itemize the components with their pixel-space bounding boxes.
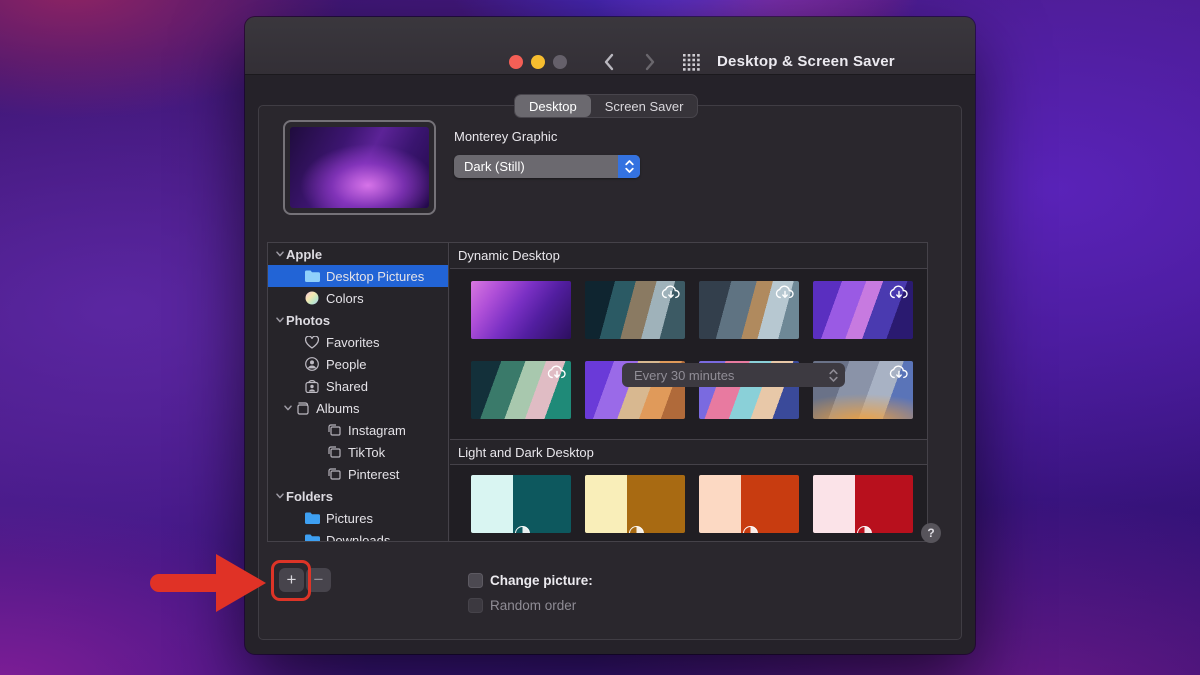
album-icon <box>326 445 342 459</box>
sidebar-item-pictures[interactable]: Pictures <box>268 507 448 529</box>
albums-icon <box>294 401 310 415</box>
light-dark-row <box>471 475 913 533</box>
interval-dropdown[interactable]: Every 30 minutes <box>622 363 845 387</box>
random-order-label: Random order <box>490 598 576 613</box>
wallpaper-thumbnail-big-sur-graphic[interactable] <box>813 281 913 339</box>
sidebar-item-label: Favorites <box>326 335 379 350</box>
wallpaper-name: Monterey Graphic <box>454 129 557 144</box>
current-wallpaper-preview <box>283 120 436 215</box>
variant-popup-button[interactable]: Dark (Still) <box>454 155 640 178</box>
sidebar-item-desktop-pictures[interactable]: Desktop Pictures <box>268 265 448 287</box>
sidebar-item-favorites[interactable]: Favorites <box>268 331 448 353</box>
sidebar-item-label: Instagram <box>348 423 406 438</box>
variant-value: Dark (Still) <box>454 159 618 174</box>
title-bar: Desktop & Screen Saver <box>245 17 975 75</box>
dropdown-chevrons-icon <box>821 369 845 382</box>
change-picture-checkbox[interactable] <box>468 573 483 588</box>
sidebar-item-label: Downloads <box>326 533 390 542</box>
change-picture-label: Change picture: <box>490 573 593 588</box>
popup-chevrons-icon <box>618 155 640 178</box>
light-dark-badge-icon <box>743 526 758 533</box>
tab-bar: Desktop Screen Saver <box>514 94 698 118</box>
wallpaper-thumbnail-hello-red[interactable] <box>813 475 913 533</box>
cloud-download-icon <box>889 364 909 380</box>
light-dark-badge-icon <box>857 526 872 533</box>
folder-icon <box>304 269 320 283</box>
chevron-down-icon[interactable] <box>274 493 286 499</box>
help-button[interactable]: ? <box>921 523 941 543</box>
sidebar-item-people[interactable]: People <box>268 353 448 375</box>
wallpaper-thumbnail-monterey-graphic[interactable] <box>471 281 571 339</box>
sidebar-item-photos[interactable]: Photos <box>268 309 448 331</box>
folder-icon <box>304 511 320 525</box>
wallpaper-grid-area: Dynamic Desktop Light and Dark Desktop <box>450 243 927 541</box>
sidebar-item-label: Colors <box>326 291 364 306</box>
back-button[interactable] <box>593 48 623 76</box>
cloud-download-icon <box>775 284 795 300</box>
sidebar-item-apple[interactable]: Apple <box>268 243 448 265</box>
album-icon <box>326 423 342 437</box>
chevron-down-icon[interactable] <box>282 405 294 411</box>
source-sidebar: Apple Desktop Pictures Colors Photos Favorit… <box>268 243 449 541</box>
wallpaper-thumbnail-catalina[interactable] <box>699 281 799 339</box>
sidebar-item-instagram[interactable]: Instagram <box>268 419 448 441</box>
sidebar-item-tiktok[interactable]: TikTok <box>268 441 448 463</box>
interval-value: Every 30 minutes <box>622 368 821 383</box>
section-header-dynamic: Dynamic Desktop <box>450 243 927 269</box>
wallpaper-thumbnail-hello-yellow[interactable] <box>585 475 685 533</box>
sidebar-item-label: Folders <box>286 489 333 504</box>
cloud-download-icon <box>661 284 681 300</box>
wallpaper-thumbnail-hello-orange[interactable] <box>699 475 799 533</box>
sidebar-item-label: TikTok <box>348 445 385 460</box>
sidebar-item-label: Desktop Pictures <box>326 269 424 284</box>
annotation-highlight-box <box>271 560 311 601</box>
forward-button[interactable] <box>635 48 665 76</box>
sidebar-item-colors[interactable]: Colors <box>268 287 448 309</box>
colors-icon <box>304 291 320 305</box>
dynamic-desktop-row-1 <box>471 281 913 339</box>
cloud-download-icon <box>889 284 909 300</box>
annotation-arrow-tail <box>150 574 224 592</box>
sidebar-item-pinterest[interactable]: Pinterest <box>268 463 448 485</box>
close-button[interactable] <box>509 55 523 69</box>
light-dark-badge-icon <box>629 526 644 533</box>
wallpaper-browser: Apple Desktop Pictures Colors Photos Favorit… <box>267 242 928 542</box>
annotation-arrow-icon <box>216 554 266 612</box>
shared-icon <box>304 379 320 393</box>
album-icon <box>326 467 342 481</box>
sidebar-item-label: Photos <box>286 313 330 328</box>
tab-desktop[interactable]: Desktop <box>515 95 591 117</box>
sidebar-item-folders[interactable]: Folders <box>268 485 448 507</box>
sidebar-item-shared[interactable]: Shared <box>268 375 448 397</box>
chevron-down-icon[interactable] <box>274 317 286 323</box>
wallpaper-thumbnail-the-cliffs[interactable] <box>471 361 571 419</box>
sidebar-item-albums[interactable]: Albums <box>268 397 448 419</box>
person-icon <box>304 357 320 371</box>
sidebar-item-label: Apple <box>286 247 322 262</box>
sidebar-item-label: Albums <box>316 401 359 416</box>
sidebar-item-label: Pinterest <box>348 467 399 482</box>
wallpaper-thumbnail-hello-green[interactable] <box>471 475 571 533</box>
show-all-grid-icon[interactable] <box>678 49 705 75</box>
window-title: Desktop & Screen Saver <box>717 53 895 70</box>
cloud-download-icon <box>547 364 567 380</box>
zoom-button[interactable] <box>553 55 567 69</box>
sidebar-item-label: Pictures <box>326 511 373 526</box>
wallpaper-thumbnail-big-sur-coast[interactable] <box>585 281 685 339</box>
monterey-wallpaper-image <box>290 127 429 208</box>
random-order-checkbox[interactable] <box>468 598 483 613</box>
minimize-button[interactable] <box>531 55 545 69</box>
sidebar-item-downloads[interactable]: Downloads <box>268 529 448 541</box>
heart-icon <box>304 335 320 349</box>
chevron-down-icon[interactable] <box>274 251 286 257</box>
section-header-light-dark: Light and Dark Desktop <box>450 439 927 465</box>
preferences-window: Desktop & Screen Saver Desktop Screen Sa… <box>245 17 975 654</box>
sidebar-item-label: People <box>326 357 366 372</box>
sidebar-item-label: Shared <box>326 379 368 394</box>
light-dark-badge-icon <box>515 526 530 533</box>
folder-icon <box>304 533 320 541</box>
tab-screen-saver[interactable]: Screen Saver <box>591 95 698 117</box>
